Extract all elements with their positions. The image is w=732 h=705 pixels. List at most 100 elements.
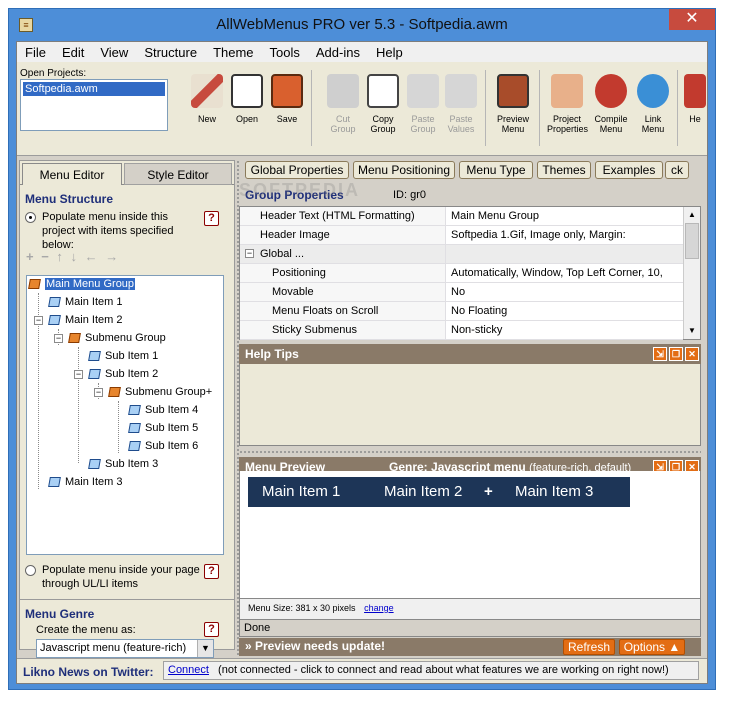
menu-view[interactable]: View (92, 42, 136, 60)
property-value[interactable]: Softpedia 1.Gif, Image only, Margin: (446, 226, 683, 244)
project-properties-button[interactable]: Project Properties (547, 68, 588, 148)
property-row[interactable]: Movable No (240, 283, 683, 302)
help-button[interactable]: He (683, 68, 707, 148)
tree-expander[interactable]: − (34, 316, 43, 325)
demo-menu-item[interactable]: Main Item 2 (384, 483, 462, 500)
property-row[interactable]: − Global ... (240, 245, 683, 264)
toolbar-separator (677, 70, 678, 146)
help-icon[interactable]: ? (204, 211, 219, 226)
refresh-button[interactable]: Refresh (563, 639, 615, 655)
property-value[interactable]: No (446, 283, 683, 301)
menu-add-ins[interactable]: Add-ins (308, 42, 368, 60)
populate-project-radio[interactable] (25, 212, 36, 223)
genre-select[interactable]: Javascript menu (feature-rich) ▼ (36, 639, 214, 658)
scroll-down-icon[interactable]: ▼ (685, 324, 699, 338)
help-icon[interactable]: ? (204, 564, 219, 579)
scroll-up-icon[interactable]: ▲ (685, 208, 699, 222)
tree-node[interactable]: Sub Item 6 (128, 440, 198, 456)
property-row[interactable]: Positioning Automatically, Window, Top Le… (240, 264, 683, 283)
link-icon (637, 74, 669, 108)
tab-menu-editor[interactable]: Menu Editor (22, 163, 122, 185)
paste-group-icon (407, 74, 439, 108)
tree-node[interactable]: Submenu Group (68, 332, 166, 348)
property-row[interactable]: Sticky Submenus Non-sticky (240, 321, 683, 340)
horizontal-splitter[interactable] (239, 450, 701, 454)
cut-icon (327, 74, 359, 108)
tree-node[interactable]: Sub Item 2 (88, 368, 158, 384)
property-grid[interactable]: Header Text (HTML Formatting) Main Menu G… (239, 206, 701, 340)
property-row[interactable]: Menu Floats on Scroll No Floating (240, 302, 683, 321)
property-value[interactable]: Non-sticky (446, 321, 683, 339)
open-project-item[interactable]: Softpedia.awm (23, 82, 165, 96)
save-label: Save (276, 114, 298, 124)
close-button[interactable]: ✕ (669, 9, 715, 30)
tree-node-label: Sub Item 5 (145, 422, 199, 434)
close-icon[interactable]: ✕ (685, 347, 699, 361)
menu-structure[interactable]: Structure (136, 42, 205, 60)
tab-style-editor[interactable]: Style Editor (124, 163, 232, 185)
genre-select-value: Javascript menu (feature-rich) (40, 642, 187, 654)
dock-icon[interactable]: ⇲ (653, 347, 667, 361)
tree-node-label: Sub Item 1 (105, 350, 159, 362)
open-projects-list[interactable]: Softpedia.awm (20, 79, 168, 131)
tree-expander[interactable]: − (54, 334, 63, 343)
property-value[interactable]: Main Menu Group (446, 207, 683, 225)
scrollbar-thumb[interactable] (685, 223, 699, 259)
open-button[interactable]: Open (227, 68, 267, 148)
menu-file[interactable]: File (17, 42, 54, 60)
property-row[interactable]: Header Text (HTML Formatting) Main Menu G… (240, 207, 683, 226)
help-tips-bar: Help Tips ⇲ ❐ ✕ (239, 344, 701, 364)
tree-node[interactable]: Sub Item 4 (128, 404, 198, 420)
property-row[interactable]: Header Image Softpedia 1.Gif, Image only,… (240, 226, 683, 245)
property-value (446, 245, 683, 263)
menu-help[interactable]: Help (368, 42, 411, 60)
preview-menu-button[interactable]: Preview Menu (493, 68, 533, 148)
tree-expander[interactable]: − (74, 370, 83, 379)
tree-node[interactable]: Main Item 2 (48, 314, 122, 330)
change-link[interactable]: change (364, 603, 394, 613)
copy-group-button[interactable]: Copy Group (363, 68, 403, 148)
paste-group-button[interactable]: Paste Group (403, 68, 443, 148)
save-button[interactable]: Save (267, 68, 307, 148)
menu-type-button[interactable]: Menu Type (459, 161, 533, 179)
back-button[interactable]: ck (665, 161, 689, 179)
property-value[interactable]: Automatically, Window, Top Left Corner, … (446, 264, 683, 282)
tree-node[interactable]: Sub Item 1 (88, 350, 159, 366)
options-button[interactable]: Options ▲ (619, 639, 685, 655)
tree-node[interactable]: Sub Item 5 (128, 422, 199, 438)
demo-menu-item[interactable]: Main Item 3 (515, 483, 593, 500)
compile-menu-button[interactable]: Compile Menu (591, 68, 631, 148)
help-icon[interactable]: ? (204, 622, 219, 637)
link-menu-button[interactable]: Link Menu (633, 68, 673, 148)
new-button[interactable]: New (187, 68, 227, 148)
menu-positioning-button[interactable]: Menu Positioning (353, 161, 455, 179)
menu-theme[interactable]: Theme (205, 42, 261, 60)
examples-button[interactable]: Examples (595, 161, 663, 179)
global-properties-button[interactable]: Global Properties (245, 161, 349, 179)
property-scrollbar[interactable]: ▲ ▼ (683, 207, 700, 339)
themes-button[interactable]: Themes (537, 161, 591, 179)
menu-tools[interactable]: Tools (262, 42, 308, 60)
group-icon (28, 279, 41, 290)
tree-expander[interactable]: − (94, 388, 103, 397)
chevron-down-icon[interactable]: ▼ (197, 640, 213, 657)
menu-edit[interactable]: Edit (54, 42, 92, 60)
connect-link[interactable]: Connect (168, 664, 209, 676)
tree-node[interactable]: Main Item 1 (48, 296, 122, 312)
paste-values-button[interactable]: Paste Values (441, 68, 481, 148)
twitter-news-box: Connect (not connected - click to connec… (163, 661, 699, 680)
new-icon (191, 74, 223, 108)
property-value[interactable]: No Floating (446, 302, 683, 320)
tree-edit-toolbar[interactable]: + − ↑ ↓ ← → (26, 249, 120, 264)
tree-node[interactable]: Submenu Group+ (108, 386, 212, 402)
tree-node[interactable]: Main Item 3 (48, 476, 122, 492)
restore-icon[interactable]: ❐ (669, 347, 683, 361)
tree-node[interactable]: Sub Item 3 (88, 458, 158, 474)
demo-menu-item[interactable]: Main Item 1 (262, 483, 340, 500)
populate-ul-radio[interactable] (25, 565, 36, 576)
menu-tree[interactable]: Main Menu Group Main Item 1 − Main Item … (26, 275, 224, 555)
cut-group-button[interactable]: Cut Group (323, 68, 363, 148)
preview-icon (497, 74, 529, 108)
tree-node[interactable]: Main Menu Group (28, 278, 136, 294)
menu-bar: File Edit View Structure Theme Tools Add-ins He… (17, 42, 707, 62)
